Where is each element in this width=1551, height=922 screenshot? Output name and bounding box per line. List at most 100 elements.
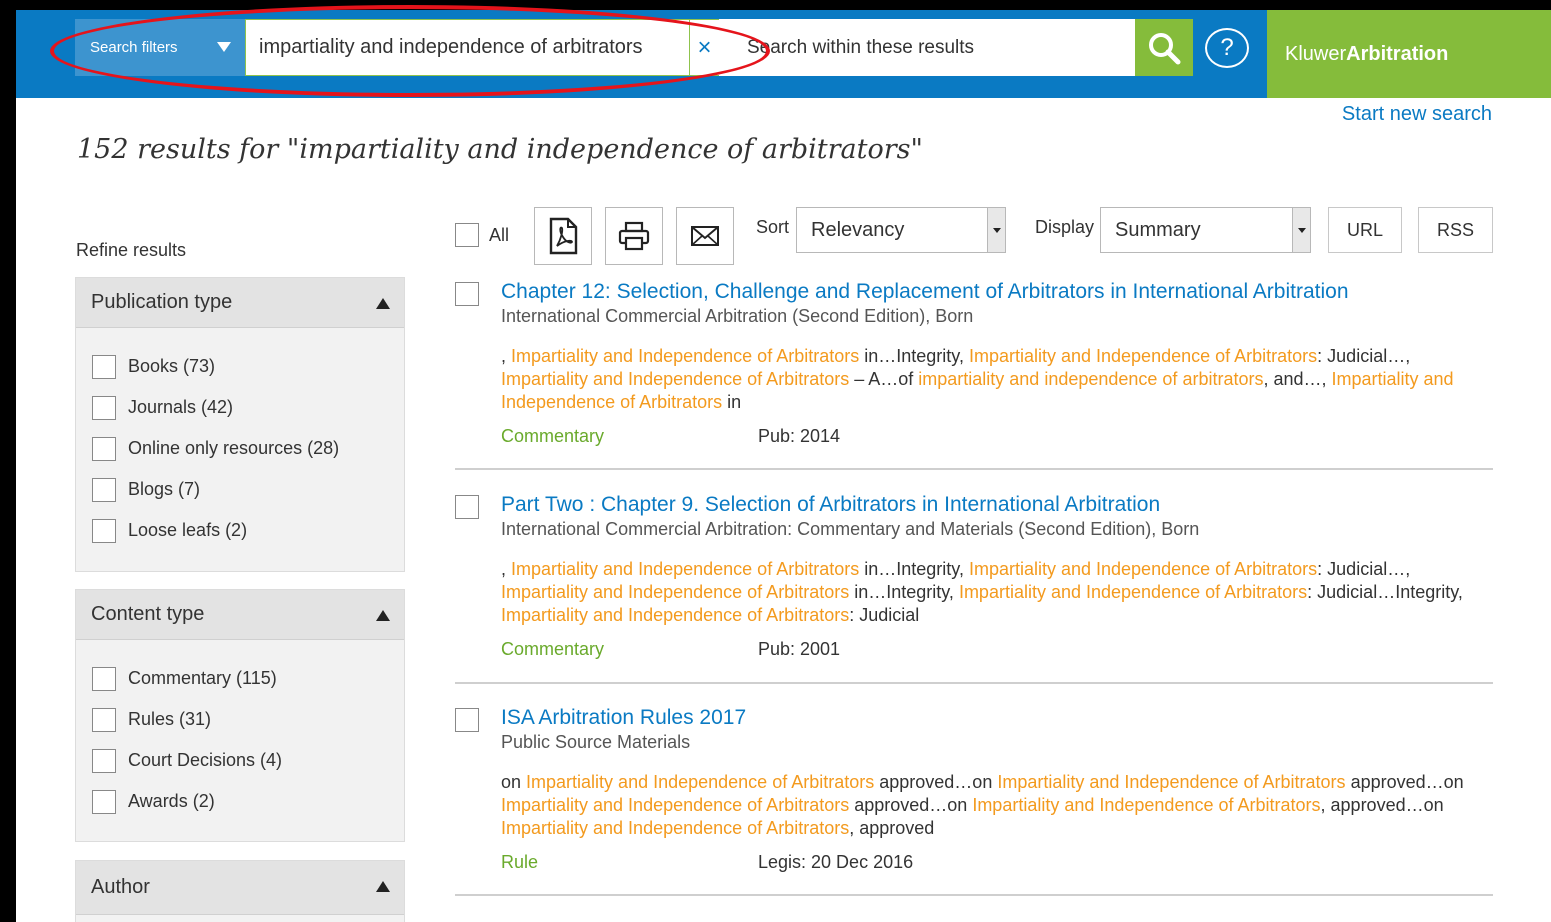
- sort-value: Relevancy: [811, 218, 905, 241]
- refine-results-label: Refine results: [76, 240, 187, 260]
- snippet-text: approved…on: [1345, 772, 1464, 792]
- facet-option-label: Blogs (7): [128, 479, 201, 499]
- highlighted-term: Impartiality and Independence of Arbitra…: [511, 346, 860, 366]
- print-icon: [618, 221, 650, 251]
- snippet-text: approved…on: [874, 772, 998, 792]
- facet-option[interactable]: Rules (31): [92, 699, 404, 740]
- checkbox[interactable]: [92, 354, 116, 379]
- sort-label: Sort: [756, 217, 790, 237]
- result-title-link[interactable]: Chapter 12: Selection, Challenge and Rep…: [501, 279, 1493, 305]
- result-source: International Commercial Arbitration (Se…: [501, 306, 974, 326]
- snippet-text: : Judicial…,: [1317, 346, 1411, 366]
- result-snippet: on Impartiality and Independence of Arbi…: [501, 771, 1493, 840]
- collapse-arrow-icon[interactable]: [376, 298, 390, 309]
- checkbox[interactable]: [92, 436, 116, 461]
- facet-option-label: Awards (2): [128, 791, 215, 811]
- result-title-link[interactable]: Part Two : Chapter 9. Selection of Arbit…: [501, 492, 1493, 518]
- start-new-search-link[interactable]: Start new search: [1342, 103, 1492, 126]
- snippet-text: in…Integrity,: [859, 346, 969, 366]
- facet-option[interactable]: Blogs (7): [92, 469, 404, 510]
- facet-publication-type: Publication type Books (73) Journals (42…: [75, 277, 405, 572]
- search-button[interactable]: [1135, 19, 1193, 76]
- result-divider: [455, 682, 1493, 684]
- display-select[interactable]: Summary: [1100, 207, 1311, 253]
- search-query-input[interactable]: impartiality and independence of arbitra…: [245, 19, 690, 76]
- facet-author: Author: [75, 860, 405, 922]
- highlighted-term: impartiality and independence of arbitra…: [918, 369, 1264, 389]
- snippet-text: ,: [501, 559, 512, 579]
- result-title-link[interactable]: ISA Arbitration Rules 2017: [501, 705, 1493, 731]
- facet-title: Publication type: [91, 291, 233, 313]
- highlighted-term: Impartiality and Independence of Arbitra…: [997, 772, 1346, 792]
- rss-button[interactable]: RSS: [1418, 207, 1493, 253]
- snippet-text: , and…,: [1263, 369, 1332, 389]
- highlighted-term: Impartiality and Independence of Arbitra…: [958, 582, 1308, 602]
- highlighted-term: Impartiality and Independence of Arbitra…: [968, 559, 1318, 579]
- facet-content-type: Content type Commentary (115) Rules (31)…: [75, 589, 405, 842]
- result-type: Commentary: [501, 639, 605, 659]
- facet-option-label: Journals (42): [128, 397, 234, 417]
- result-checkbox[interactable]: [455, 282, 479, 306]
- url-button[interactable]: URL: [1328, 207, 1402, 253]
- facet-option[interactable]: Online only resources (28): [92, 428, 404, 469]
- email-button[interactable]: [676, 207, 734, 265]
- facet-option[interactable]: Court Decisions (4): [92, 740, 404, 781]
- checkbox[interactable]: [92, 789, 116, 814]
- collapse-arrow-icon[interactable]: [376, 610, 390, 621]
- highlighted-term: Impartiality and Independence of Arbitra…: [972, 795, 1321, 815]
- dropdown-arrow-icon: [987, 208, 1005, 252]
- dropdown-arrow-icon: [1292, 208, 1310, 252]
- print-button[interactable]: [605, 207, 663, 265]
- facet-title: Author: [91, 876, 150, 898]
- facet-option-label: Books (73): [128, 356, 216, 376]
- pdf-icon: [549, 217, 578, 255]
- result-snippet: , Impartiality and Independence of Arbit…: [501, 345, 1493, 414]
- facet-header[interactable]: Publication type: [76, 278, 404, 328]
- result-checkbox[interactable]: [455, 708, 479, 732]
- checkbox[interactable]: [92, 748, 116, 773]
- snippet-text: in: [722, 392, 742, 412]
- clear-query-button[interactable]: ×: [689, 19, 719, 76]
- checkbox[interactable]: [92, 666, 116, 691]
- highlighted-term: Impartiality and Independence of Arbitra…: [501, 818, 850, 838]
- search-filters-dropdown[interactable]: Search filters: [75, 19, 245, 76]
- select-all[interactable]: All: [455, 223, 509, 247]
- checkbox[interactable]: [92, 707, 116, 732]
- result-date: Legis: 20 Dec 2016: [758, 852, 914, 872]
- result-type: Commentary: [501, 426, 605, 446]
- caret-down-icon: [217, 42, 231, 52]
- kluwer-arbitration-logo[interactable]: Kluwer Arbitration: [1267, 10, 1551, 98]
- facet-option-label: Court Decisions (4): [128, 750, 283, 770]
- help-button[interactable]: ?: [1205, 28, 1249, 68]
- facet-option[interactable]: Books (73): [92, 346, 404, 387]
- facet-option[interactable]: Commentary (115): [92, 658, 404, 699]
- highlighted-term: Impartiality and Independence of Arbitra…: [501, 369, 850, 389]
- brand-light: Kluwer: [1285, 42, 1347, 65]
- results-heading: 152 results for "impartiality and indepe…: [77, 134, 923, 165]
- facet-title: Content type: [91, 603, 205, 625]
- checkbox[interactable]: [92, 395, 116, 420]
- facet-option[interactable]: Journals (42): [92, 387, 404, 428]
- facet-option[interactable]: Awards (2): [92, 781, 404, 822]
- search-icon: [1149, 32, 1181, 64]
- select-all-checkbox[interactable]: [455, 223, 479, 247]
- snippet-text: , approved…on: [1320, 795, 1444, 815]
- brand-bold: Arbitration: [1346, 42, 1449, 65]
- result-date: Pub: 2014: [758, 426, 841, 446]
- facet-header[interactable]: Author: [76, 861, 404, 915]
- checkbox[interactable]: [92, 518, 116, 543]
- window-frame-top: [0, 0, 1551, 10]
- result-checkbox[interactable]: [455, 495, 479, 519]
- checkbox[interactable]: [92, 477, 116, 502]
- pdf-button[interactable]: [534, 207, 592, 265]
- result-divider: [455, 894, 1493, 896]
- facet-header[interactable]: Content type: [76, 590, 404, 640]
- highlighted-term: Impartiality and Independence of Arbitra…: [501, 795, 850, 815]
- sort-select[interactable]: Relevancy: [796, 207, 1006, 253]
- highlighted-term: Impartiality and Independence of Arbitra…: [501, 605, 850, 625]
- facet-option-label: Commentary (115): [128, 668, 277, 688]
- facet-option[interactable]: Loose leafs (2): [92, 510, 404, 551]
- collapse-arrow-icon[interactable]: [376, 881, 390, 892]
- search-within-input[interactable]: Search within these results: [719, 19, 1135, 76]
- display-value: Summary: [1115, 218, 1201, 241]
